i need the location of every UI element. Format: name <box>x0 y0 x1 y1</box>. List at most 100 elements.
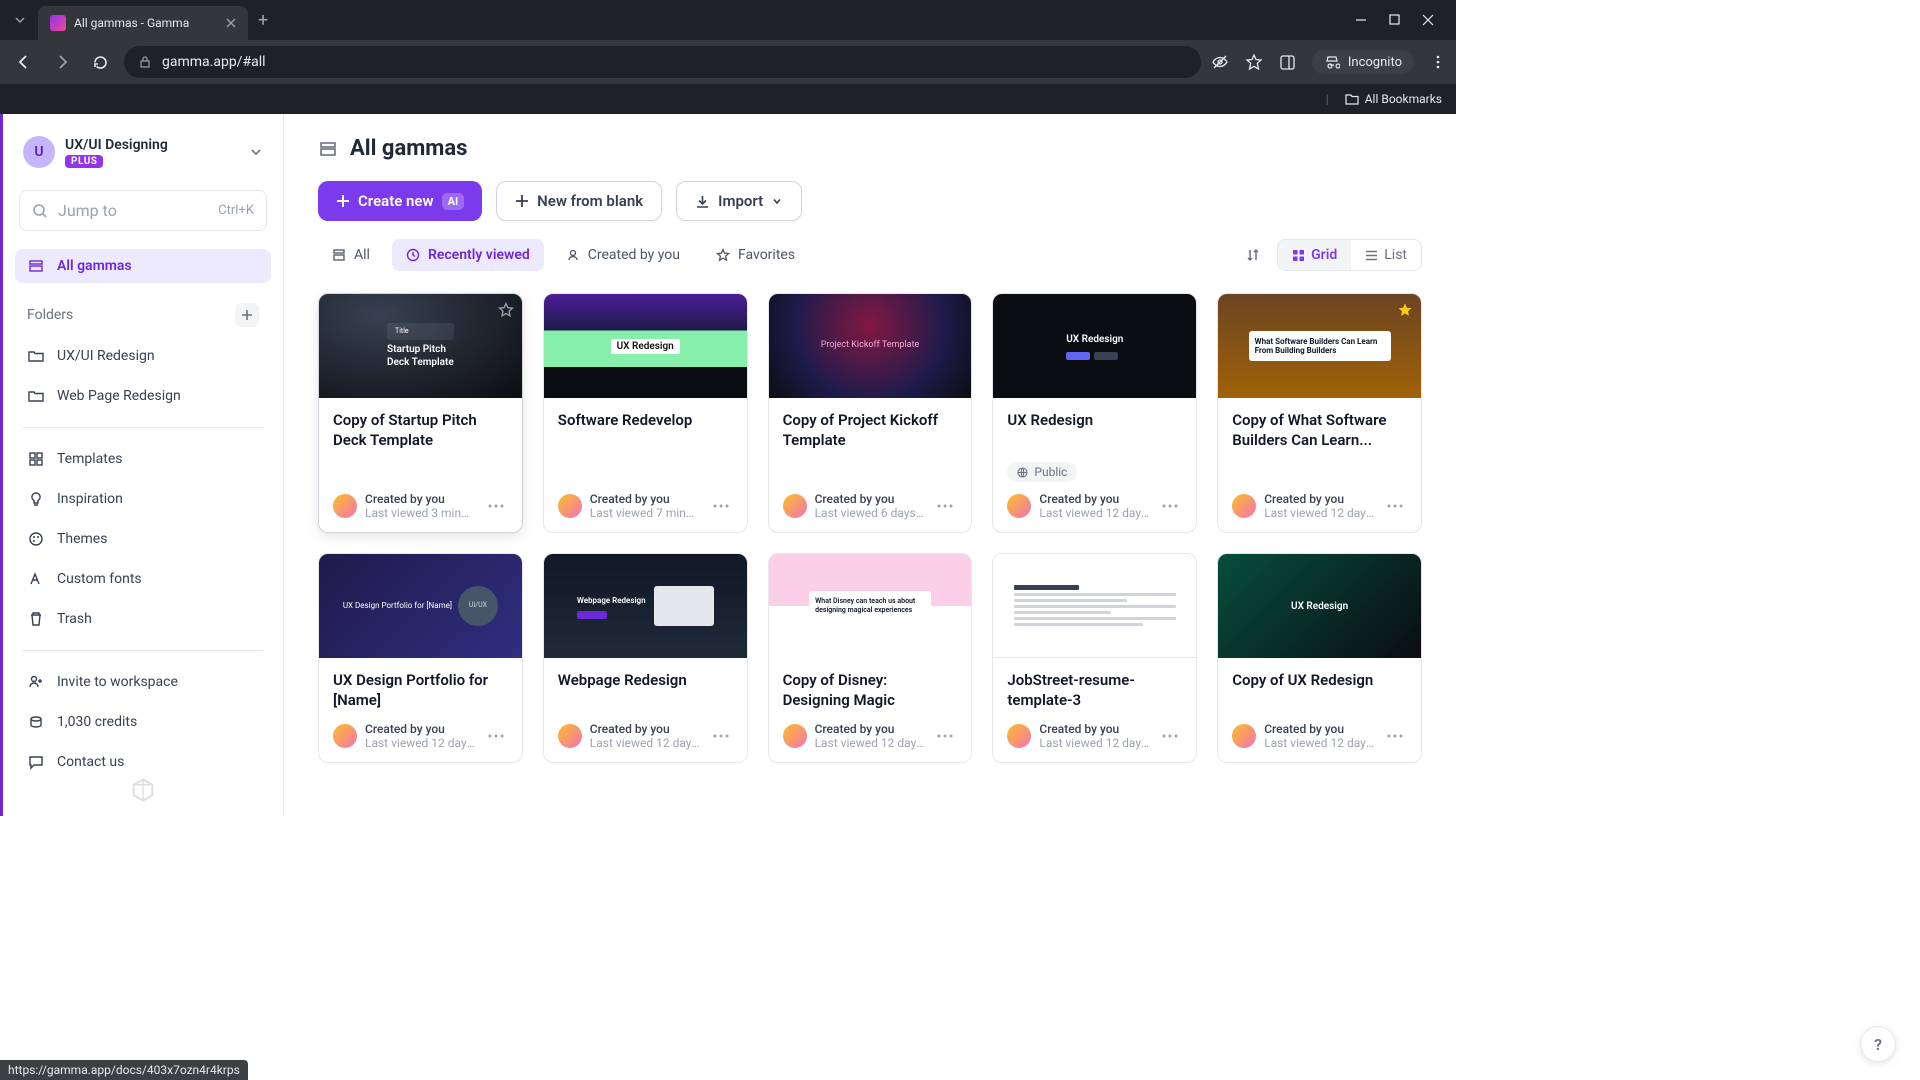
browser-tab[interactable]: All gammas - Gamma <box>38 6 248 40</box>
card-menu-icon[interactable] <box>933 500 957 512</box>
sidebar-item-contact[interactable]: Contact us <box>15 745 271 779</box>
gamma-card[interactable]: Webpage Redesign Webpage Redesign Create… <box>543 553 748 763</box>
card-meta: Created by you Last viewed 12 days... <box>1264 722 1374 750</box>
sidebar-item-themes[interactable]: Themes <box>15 522 271 556</box>
filter-label: Favorites <box>738 247 795 263</box>
folders-header: Folders <box>15 289 271 333</box>
main: All gammas Create new AI New from blank … <box>284 114 1456 816</box>
tab-close-icon[interactable] <box>226 18 236 28</box>
sidebar-item-inspiration[interactable]: Inspiration <box>15 482 271 516</box>
filter-tab-all[interactable]: All <box>318 239 384 271</box>
card-menu-icon[interactable] <box>484 500 508 512</box>
sort-button[interactable] <box>1237 239 1269 271</box>
sidebar-item-trash[interactable]: Trash <box>15 602 271 636</box>
gamma-card[interactable]: UX Redesign UX Redesign Public Created b… <box>992 293 1197 533</box>
author-avatar <box>1232 724 1256 748</box>
workspace-switcher[interactable]: U UX/UI Designing PLUS <box>15 130 271 174</box>
card-body: Software Redevelop <box>544 398 747 492</box>
sidebar-item-label: Contact us <box>57 754 124 770</box>
sidebar-item-custom-fonts[interactable]: Custom fonts <box>15 562 271 596</box>
site-info-icon[interactable] <box>138 55 152 69</box>
incognito-icon <box>1324 54 1340 70</box>
filter-tab-created[interactable]: Created by you <box>552 239 694 271</box>
gamma-grid: TitleStartup Pitch Deck Template Copy of… <box>318 293 1422 763</box>
sidebar-item-label: Invite to workspace <box>57 674 178 690</box>
maximize-icon[interactable] <box>1389 14 1400 26</box>
tab-search-dropdown[interactable] <box>8 8 32 32</box>
gamma-card[interactable]: JobStreet-resume-template-3 Created by y… <box>992 553 1197 763</box>
card-menu-icon[interactable] <box>709 730 733 742</box>
all-bookmarks-button[interactable]: All Bookmarks <box>1345 92 1442 106</box>
browser-menu-icon[interactable] <box>1430 54 1446 70</box>
sidebar-item-credits[interactable]: 1,030 credits <box>15 705 271 739</box>
minimize-icon[interactable] <box>1355 14 1367 26</box>
reload-icon[interactable] <box>86 48 114 76</box>
trash-icon <box>27 611 45 627</box>
sidebar-item-all-gammas[interactable]: All gammas <box>15 249 271 283</box>
filter-tab-favorites[interactable]: Favorites <box>702 239 809 271</box>
public-label: Public <box>1034 465 1067 479</box>
gamma-card[interactable]: What Software Builders Can Learn From Bu… <box>1217 293 1422 533</box>
status-bar: https://gamma.app/docs/403x7ozn4r4krps <box>0 1060 248 1080</box>
thumb-text: Project Kickoff Template <box>809 340 932 352</box>
gamma-card[interactable]: UX Redesign Software Redevelop Created b… <box>543 293 748 533</box>
card-menu-icon[interactable] <box>484 730 508 742</box>
user-plus-icon <box>27 674 45 690</box>
create-new-button[interactable]: Create new AI <box>318 181 482 221</box>
sidebar-item-label: Web Page Redesign <box>57 388 181 404</box>
favorite-star-icon[interactable] <box>1397 302 1413 318</box>
eye-off-icon[interactable] <box>1211 53 1229 71</box>
gamma-card[interactable]: TitleStartup Pitch Deck Template Copy of… <box>318 293 523 533</box>
card-menu-icon[interactable] <box>1383 730 1407 742</box>
view-list-button[interactable]: List <box>1351 240 1421 270</box>
card-menu-icon[interactable] <box>1158 730 1182 742</box>
card-meta: Created by you Last viewed 12 days... <box>365 722 475 750</box>
sidebar-item-templates[interactable]: Templates <box>15 442 271 476</box>
back-icon[interactable] <box>10 48 38 76</box>
filter-tab-recent[interactable]: Recently viewed <box>392 239 544 271</box>
chat-icon <box>27 754 45 770</box>
card-title: Copy of Project Kickoff Template <box>783 410 958 452</box>
gamma-card[interactable]: What Disney can teach us about designing… <box>768 553 973 763</box>
tab-title: All gammas - Gamma <box>74 16 189 30</box>
sidebar-item-invite[interactable]: Invite to workspace <box>15 665 271 699</box>
bookmark-star-icon[interactable] <box>1245 53 1263 71</box>
card-menu-icon[interactable] <box>1158 500 1182 512</box>
card-menu-icon[interactable] <box>933 730 957 742</box>
card-body: Copy of Disney: Designing Magic <box>769 658 972 722</box>
card-menu-icon[interactable] <box>709 500 733 512</box>
import-label: Import <box>718 192 763 210</box>
filter-right: Grid List <box>1237 239 1422 271</box>
card-created-by: Created by you <box>590 492 700 506</box>
card-body: JobStreet-resume-template-3 <box>993 658 1196 722</box>
card-thumbnail: What Disney can teach us about designing… <box>769 554 972 658</box>
new-tab-button[interactable]: + <box>258 10 268 31</box>
view-grid-button[interactable]: Grid <box>1278 240 1351 270</box>
card-footer: Created by you Last viewed 6 days... <box>769 492 972 532</box>
gamma-card[interactable]: UX Design Portfolio for [Name] UI/UX UX … <box>318 553 523 763</box>
jump-to-search[interactable]: Jump to Ctrl+K <box>19 190 267 231</box>
close-icon[interactable] <box>1422 14 1434 26</box>
add-folder-button[interactable] <box>235 303 259 327</box>
sidebar-item-label: Templates <box>57 451 123 467</box>
card-meta: Created by you Last viewed 12 days... <box>590 722 700 750</box>
card-last-viewed: Last viewed 7 minute... <box>590 506 700 520</box>
sidebar-folder-webpage[interactable]: Web Page Redesign <box>15 379 271 413</box>
incognito-badge[interactable]: Incognito <box>1312 50 1414 74</box>
forward-icon[interactable] <box>48 48 76 76</box>
author-avatar <box>1007 494 1031 518</box>
card-menu-icon[interactable] <box>1383 500 1407 512</box>
help-button[interactable]: ? <box>1860 1026 1896 1062</box>
side-panel-icon[interactable] <box>1279 54 1296 71</box>
new-from-blank-button[interactable]: New from blank <box>496 181 662 221</box>
address-bar: gamma.app/#all Incognito <box>0 40 1456 84</box>
card-footer: Created by you Last viewed 7 minute... <box>544 492 747 532</box>
list-icon <box>1365 249 1378 262</box>
favorite-star-icon[interactable] <box>498 302 514 318</box>
url-box[interactable]: gamma.app/#all <box>124 46 1201 78</box>
gamma-card[interactable]: UX Redesign Copy of UX Redesign Created … <box>1217 553 1422 763</box>
sidebar-folder-uxui[interactable]: UX/UI Redesign <box>15 339 271 373</box>
gamma-card[interactable]: Project Kickoff Template Copy of Project… <box>768 293 973 533</box>
sidebar-divider <box>23 427 263 428</box>
import-button[interactable]: Import <box>676 181 802 221</box>
